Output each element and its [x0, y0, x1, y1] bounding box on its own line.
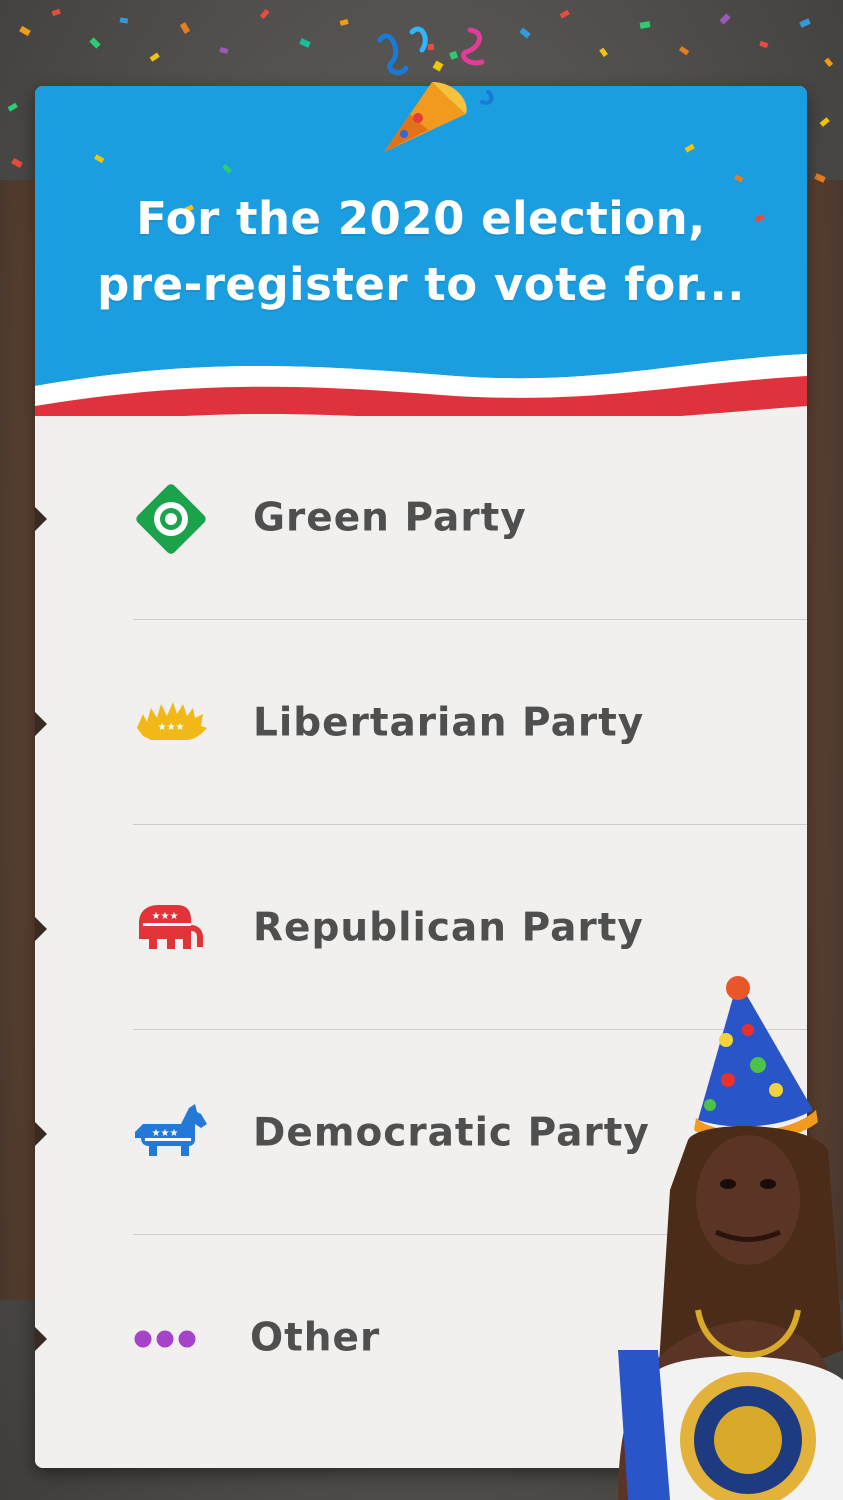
prompt-title-line-1: For the 2020 election,	[136, 192, 706, 245]
party-hat-person-image	[618, 976, 843, 1500]
option-label: Other	[250, 1315, 381, 1361]
prompt-title: For the 2020 election, pre-register to v…	[35, 186, 807, 318]
row-notch	[35, 916, 47, 942]
option-libertarian-party[interactable]: ★★★ Libertarian Party	[35, 621, 807, 826]
three-dots-icon	[131, 1299, 211, 1379]
donkey-icon: ★★★	[131, 1094, 211, 1174]
porcupine-icon: ★★★	[131, 684, 211, 764]
divider	[133, 824, 807, 825]
green-party-icon	[131, 479, 211, 559]
option-label: Green Party	[253, 495, 527, 541]
prompt-title-line-2: pre-register to vote for...	[97, 258, 745, 311]
svg-text:★★★: ★★★	[152, 911, 179, 922]
option-label: Republican Party	[253, 905, 644, 951]
divider	[133, 619, 807, 620]
row-notch	[35, 711, 47, 737]
option-green-party[interactable]: Green Party	[35, 416, 807, 621]
option-label: Libertarian Party	[253, 700, 645, 746]
row-notch	[35, 1121, 47, 1147]
row-notch	[35, 1326, 47, 1352]
svg-text:★★★: ★★★	[158, 722, 185, 733]
option-label: Democratic Party	[253, 1110, 650, 1156]
party-popper-icon	[377, 26, 494, 152]
row-notch	[35, 506, 47, 532]
elephant-icon: ★★★	[131, 889, 211, 969]
svg-text:★★★: ★★★	[152, 1128, 179, 1139]
